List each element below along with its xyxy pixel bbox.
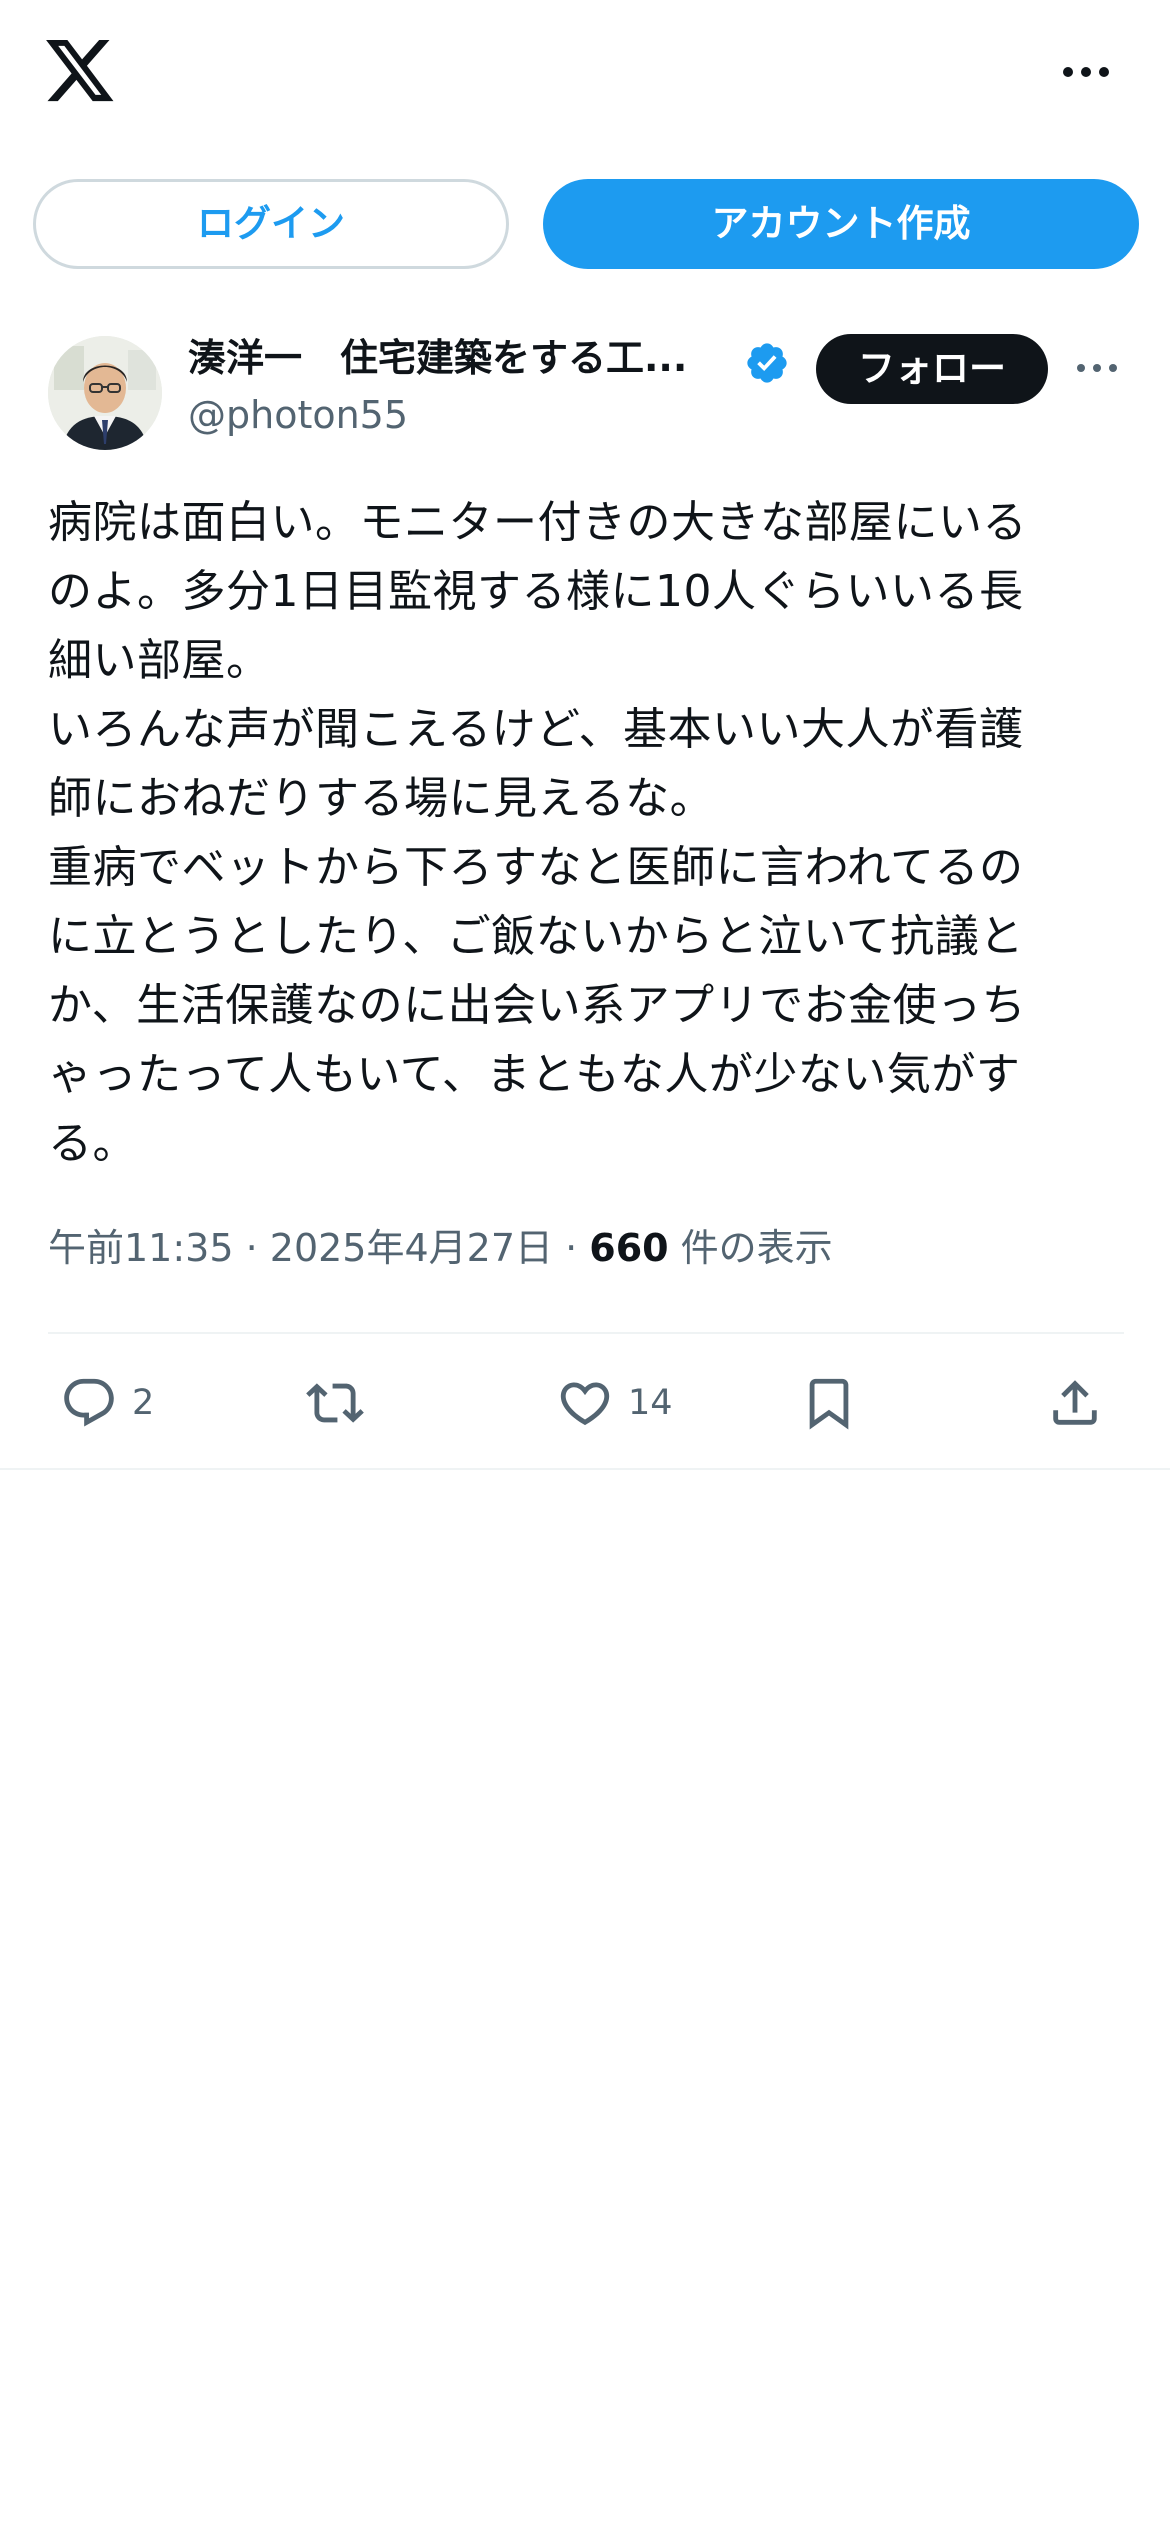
top-bar xyxy=(0,0,1170,150)
share-icon xyxy=(1053,1380,1097,1425)
author-display-name[interactable]: 湊洋一 住宅建築をする工... xyxy=(188,330,738,386)
reply-button[interactable]: 2 xyxy=(60,1358,154,1448)
like-count: 14 xyxy=(628,1383,673,1423)
follow-button[interactable]: フォロー xyxy=(816,334,1048,404)
share-button[interactable] xyxy=(1046,1358,1104,1448)
tweet-text: 病院は面白い。モニター付きの大きな部屋にいる のよ。多分1日目監視する様に10人… xyxy=(48,497,1027,1169)
bookmark-icon xyxy=(809,1378,849,1430)
meta-separator: · xyxy=(553,1226,590,1270)
avatar-image xyxy=(48,336,162,450)
reply-count: 2 xyxy=(132,1383,155,1423)
repost-button[interactable] xyxy=(306,1358,364,1448)
verified-badge-icon xyxy=(747,343,787,383)
tweet-more-icon[interactable] xyxy=(1076,360,1118,376)
repost-icon xyxy=(306,1383,364,1423)
heart-icon xyxy=(560,1382,610,1426)
bookmark-button[interactable] xyxy=(800,1358,858,1448)
divider xyxy=(0,1468,1170,1470)
author-handle[interactable]: @photon55 xyxy=(188,390,408,440)
like-button[interactable]: 14 xyxy=(556,1358,673,1448)
meta-separator: · xyxy=(233,1226,270,1270)
create-account-button[interactable]: アカウント作成 xyxy=(543,179,1139,269)
tweet-time[interactable]: 午前11:35 xyxy=(48,1226,234,1270)
reply-icon xyxy=(64,1378,114,1427)
more-horizontal-icon[interactable] xyxy=(1062,62,1110,82)
tweet-actions: 2 14 xyxy=(0,1358,1170,1448)
divider xyxy=(48,1332,1124,1334)
author-name-row: 湊洋一 住宅建築をする工... xyxy=(188,330,808,386)
views-count: 660 xyxy=(589,1226,669,1270)
tweet-date[interactable]: 2025年4月27日 xyxy=(270,1226,553,1270)
avatar[interactable] xyxy=(48,336,162,450)
x-logo-icon[interactable] xyxy=(46,40,116,104)
views-label: 件の表示 xyxy=(668,1226,833,1270)
login-button[interactable]: ログイン xyxy=(33,179,509,269)
auth-buttons: ログイン アカウント作成 xyxy=(33,179,1139,271)
tweet-meta: 午前11:35 · 2025年4月27日 · 660 件の表示 xyxy=(48,1220,1128,1276)
